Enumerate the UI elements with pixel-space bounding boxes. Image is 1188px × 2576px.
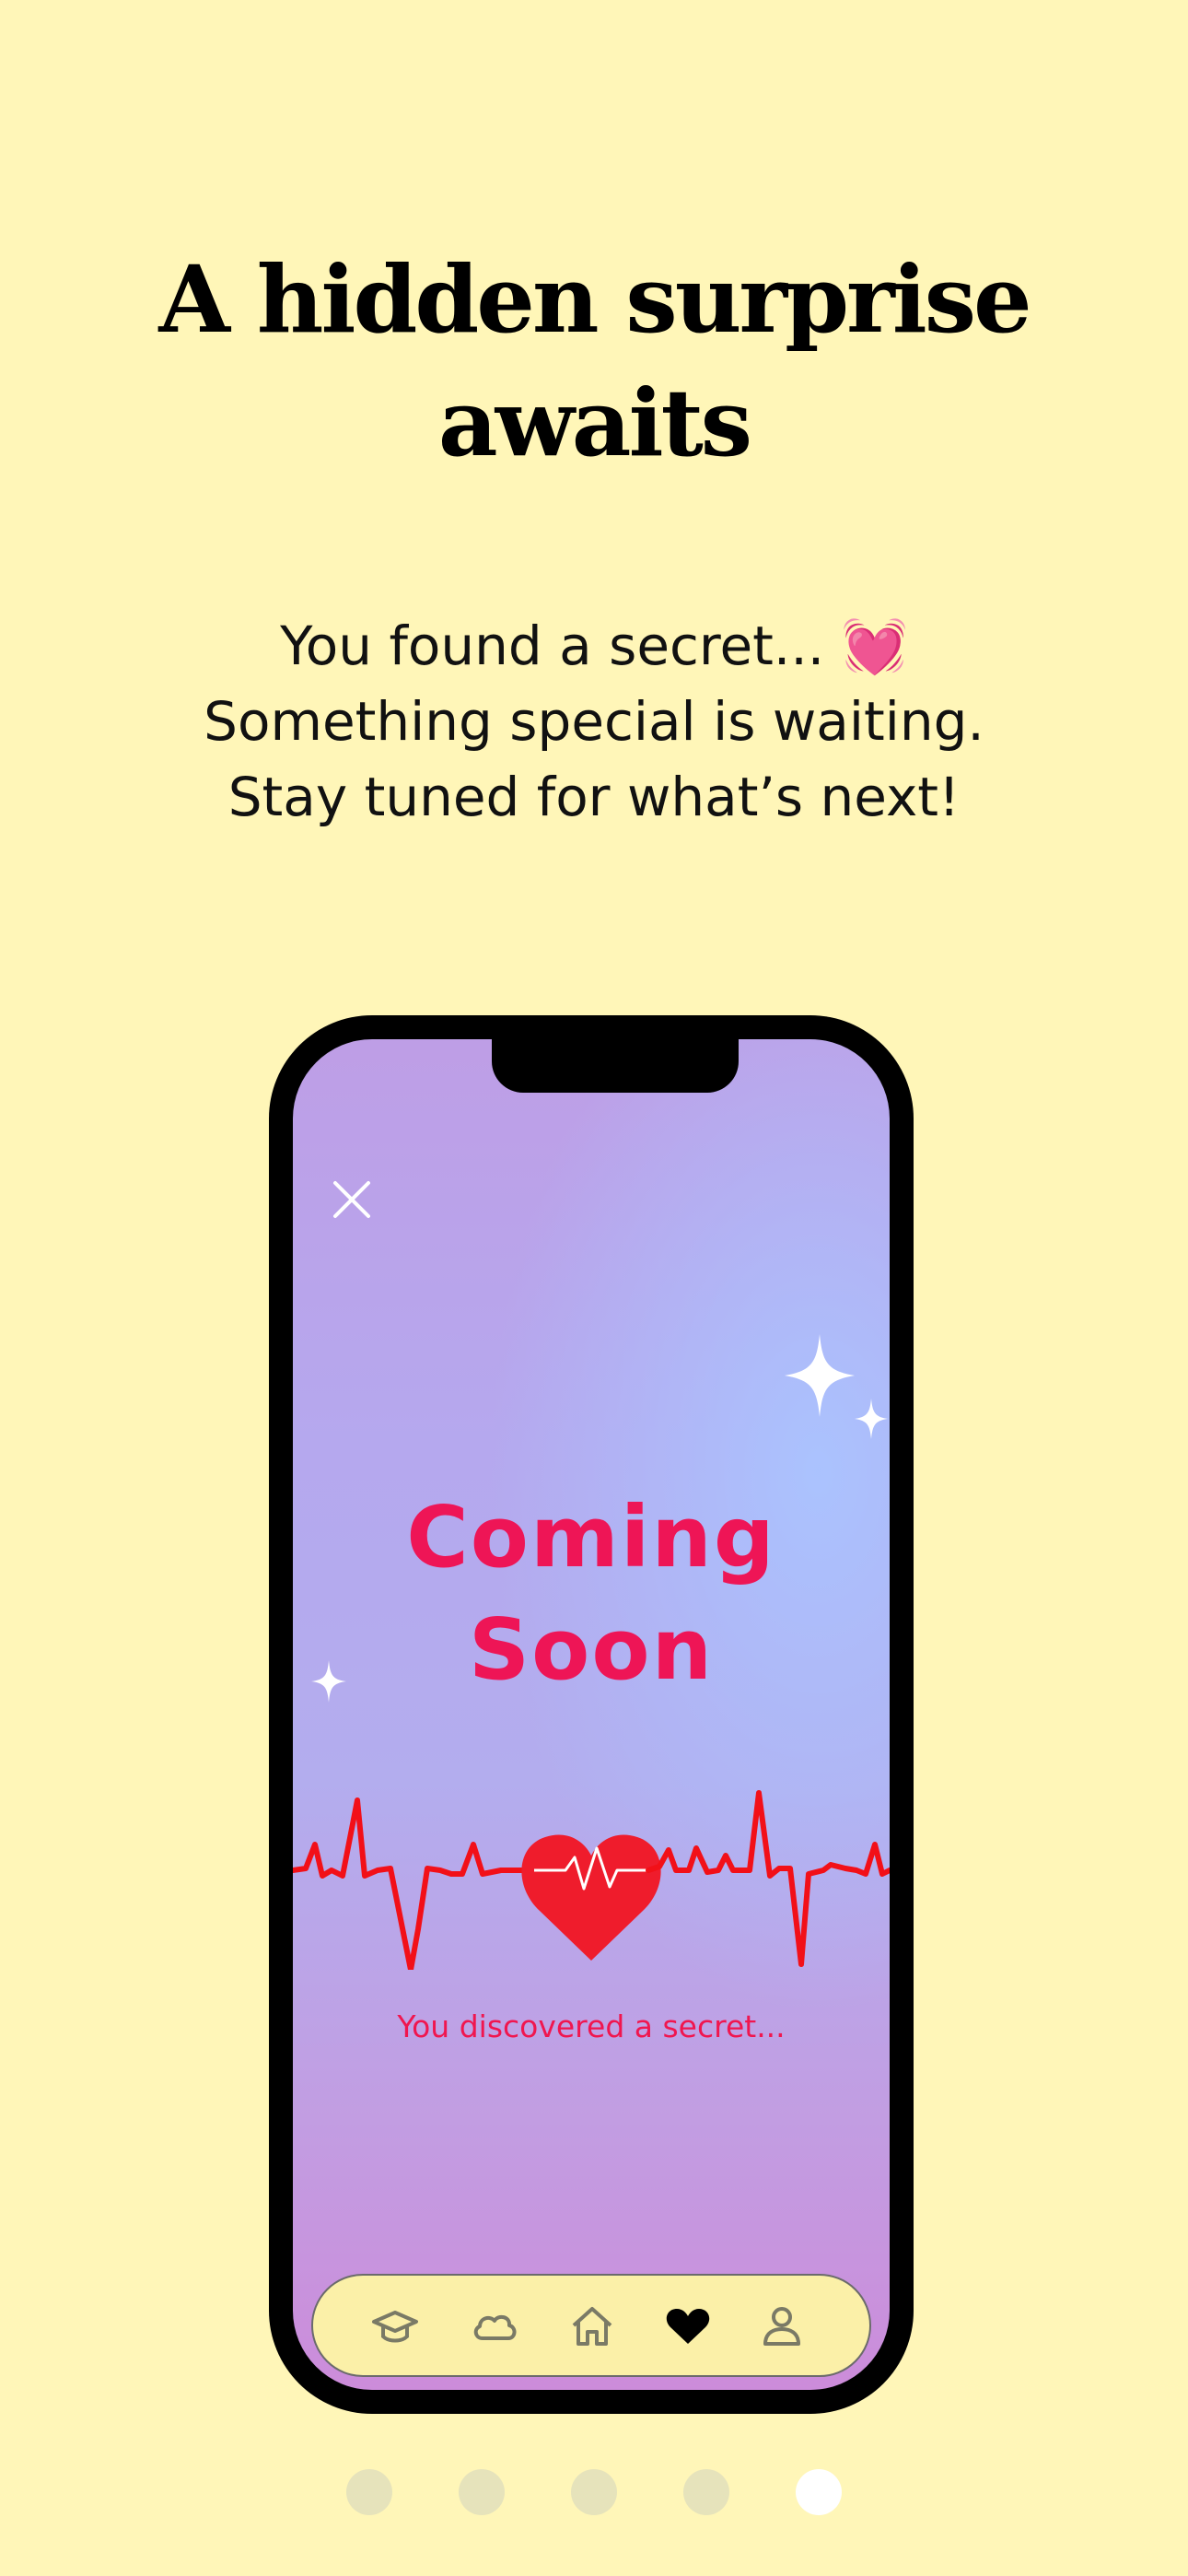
page-dot-5-active[interactable] [796,2469,842,2515]
onboarding-headline: A hidden surprise awaits [0,238,1188,485]
cloud-icon [473,2314,517,2340]
graduation-cap-icon [372,2311,418,2343]
tab-profile[interactable] [757,2301,807,2351]
page-dot-3[interactable] [571,2469,617,2515]
tab-bar [311,2274,871,2377]
tab-learn[interactable] [370,2301,420,2351]
subtitle-line-1-text: You found a secret... [280,615,842,677]
sparkle-large-icon [785,1334,855,1417]
phone-mockup: Coming Soon You discovered a secret... [269,1015,914,2414]
phone-notch [492,1039,739,1093]
page-indicator [0,2469,1188,2517]
tab-home[interactable] [567,2301,617,2351]
headline-line-1: A hidden surprise [158,245,1031,354]
profile-icon [763,2307,800,2346]
heartbeat-heart-icon [293,1790,890,1970]
sparkle-small-icon [855,1399,888,1439]
coming-soon-line-2: Soon [468,1600,715,1699]
coming-soon-title: Coming Soon [293,1481,890,1706]
page-dot-4[interactable] [683,2469,729,2515]
secret-message: You discovered a secret... [397,2008,786,2044]
home-icon [572,2307,612,2346]
close-icon[interactable] [330,1177,374,1222]
page-dot-1[interactable] [346,2469,392,2515]
tab-cloud[interactable] [470,2301,519,2351]
subtitle-line-2: Something special is waiting. [204,690,984,753]
heart-icon [666,2309,710,2344]
phone-screen: Coming Soon You discovered a secret... [293,1039,890,2390]
onboarding-subtitle: You found a secret... 💓 Something specia… [0,608,1188,835]
headline-line-2: awaits [437,369,752,477]
subtitle-line-3: Stay tuned for what’s next! [227,766,961,828]
beating-heart-icon: 💓 [841,615,908,677]
subtitle-line-1: You found a secret... 💓 [0,608,1188,684]
coming-soon-line-1: Coming [406,1488,776,1587]
page-dot-2[interactable] [459,2469,505,2515]
tab-favorites[interactable] [663,2301,713,2351]
